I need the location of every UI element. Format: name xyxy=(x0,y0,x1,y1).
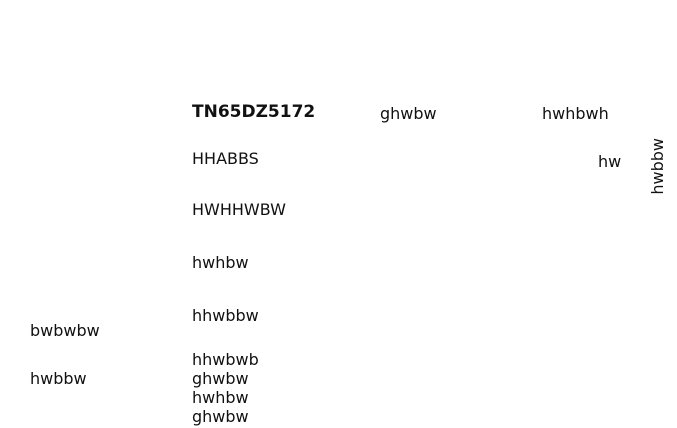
left-item-1: bwbwbw xyxy=(30,321,100,340)
left-item-2: hwbbw xyxy=(30,369,87,388)
stack-item-1: hhwbwb xyxy=(192,350,259,369)
column-header-b-sub: hw xyxy=(598,152,622,171)
stack-item-3: hwhbw xyxy=(192,388,249,407)
stack-item-4: ghwbw xyxy=(192,407,249,426)
center-item-3: hwhbw xyxy=(192,253,249,272)
center-item-1: HHABBS xyxy=(192,149,259,168)
column-header-b: hwhbwh xyxy=(542,104,609,123)
column-header-a: ghwbw xyxy=(380,104,437,123)
center-item-2: HWHHWBW xyxy=(192,200,286,219)
center-item-4: hhwbbw xyxy=(192,306,259,325)
side-vertical-label: hwbbw xyxy=(648,138,667,195)
canvas: TN65DZ5172 ghwbw hwhbwh hw hwbbw HHABBS … xyxy=(0,0,677,428)
page-title: TN65DZ5172 xyxy=(192,102,316,122)
stack-item-2: ghwbw xyxy=(192,369,249,388)
